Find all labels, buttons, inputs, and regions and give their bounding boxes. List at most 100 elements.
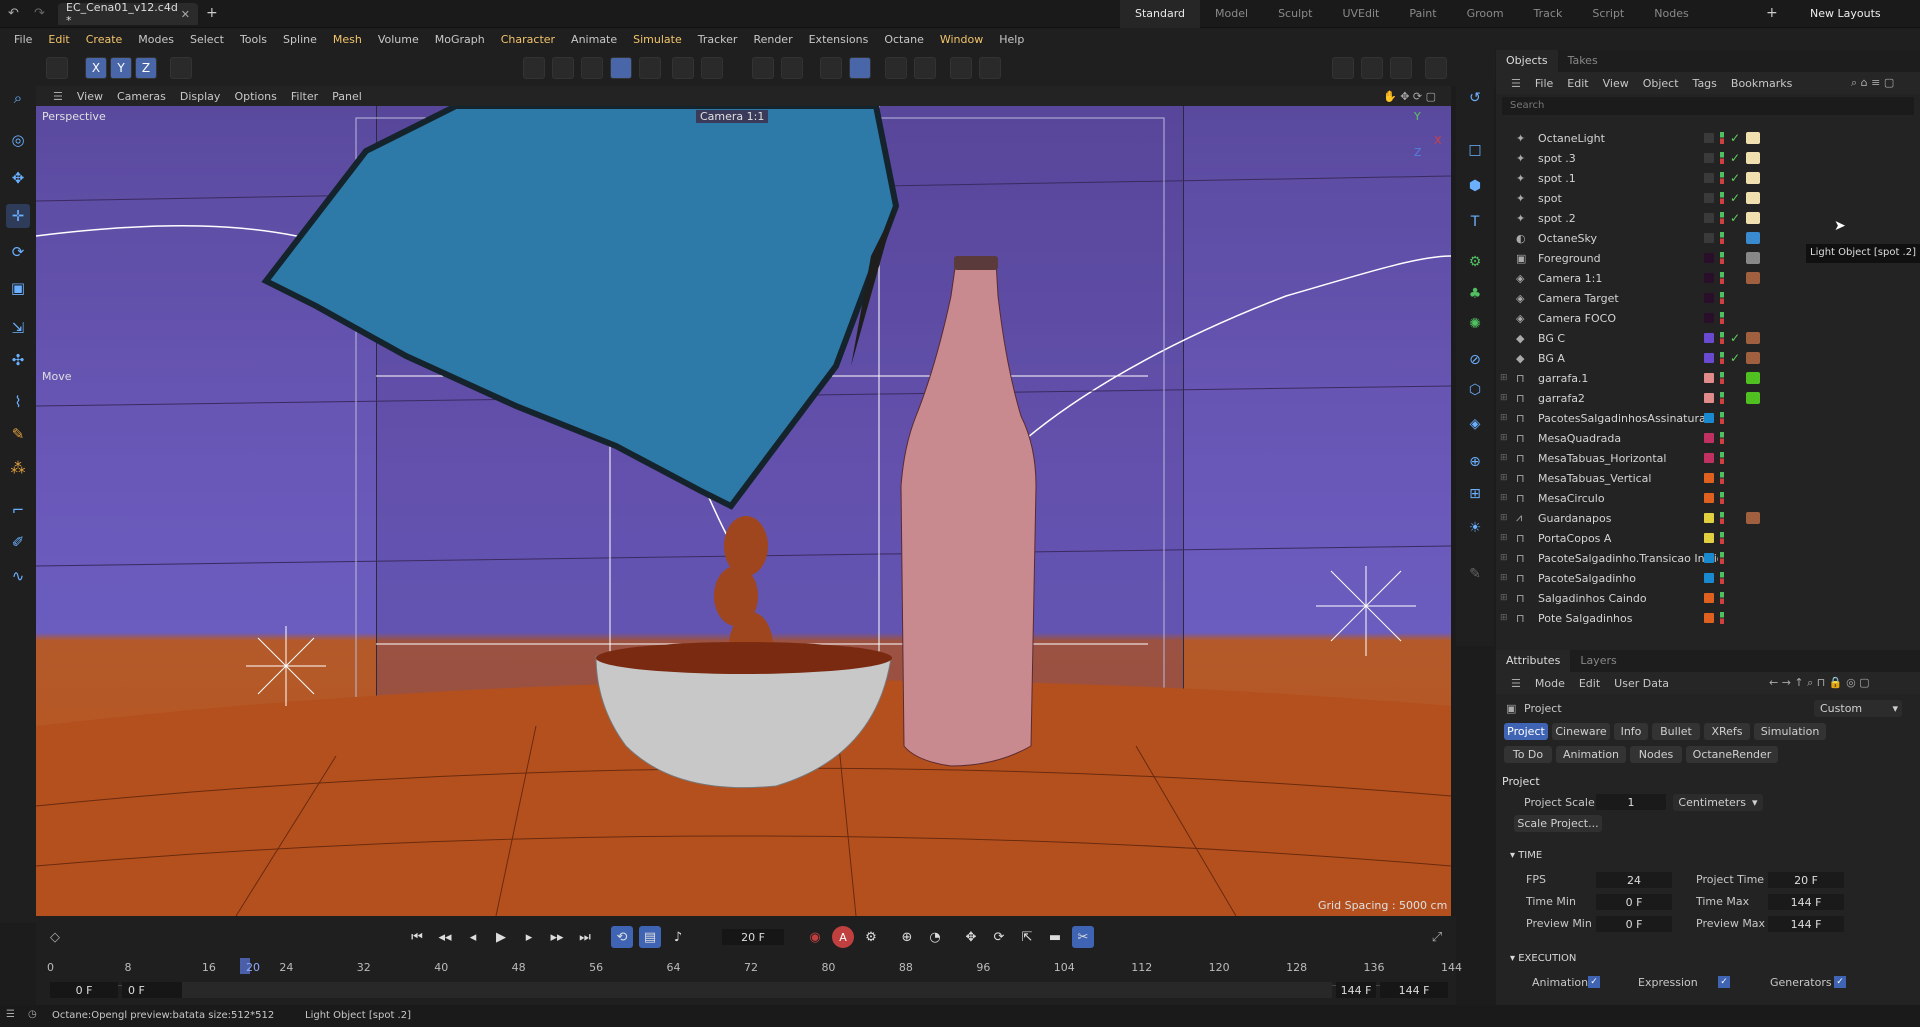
preview-max-input[interactable]: 144 F — [1768, 916, 1844, 932]
tab-layers[interactable]: Layers — [1570, 650, 1626, 672]
layer-color-swatch[interactable] — [1704, 453, 1714, 463]
object-name[interactable]: spot .1 — [1538, 172, 1718, 185]
object-row[interactable]: ⊞ ⊓ PortaCopos A — [1496, 528, 1920, 548]
expand-icon[interactable]: ⊞ — [1500, 533, 1512, 543]
object-tag-icon[interactable] — [1746, 392, 1760, 404]
menu-modes[interactable]: Modes — [130, 33, 182, 46]
expand-icon[interactable]: ⊞ — [1500, 553, 1512, 563]
layer-color-swatch[interactable] — [1704, 133, 1714, 143]
key-settings-icon[interactable]: ⚙ — [860, 926, 882, 948]
expand-icon[interactable]: ⊞ — [1500, 473, 1512, 483]
layer-color-swatch[interactable] — [1704, 173, 1714, 183]
mograph-icon[interactable]: ♣ — [1463, 282, 1487, 306]
object-name[interactable]: PacoteSalgadinho — [1538, 572, 1718, 585]
model-mode-icon[interactable] — [610, 57, 632, 79]
visibility-dots[interactable] — [1720, 332, 1724, 344]
pen-tool-icon[interactable]: ✐ — [6, 530, 30, 554]
layer-color-swatch[interactable] — [1704, 613, 1714, 623]
solo-icon[interactable] — [701, 57, 723, 79]
live-selection-icon[interactable]: ✥ — [6, 166, 30, 190]
next-key-icon[interactable]: ▸▸ — [546, 926, 568, 948]
timeline-expand-icon[interactable]: ⤢ — [1426, 926, 1448, 948]
object-name[interactable]: PacoteSalgadinho.Transicao Inicio — [1538, 552, 1718, 565]
layout-model[interactable]: Model — [1200, 0, 1263, 28]
object-name[interactable]: PortaCopos A — [1538, 532, 1718, 545]
visibility-dots[interactable] — [1720, 212, 1724, 224]
visibility-dots[interactable] — [1720, 532, 1724, 544]
enable-check-icon[interactable]: ✓ — [1730, 191, 1740, 205]
object-name[interactable]: Guardanapos — [1538, 512, 1718, 525]
attr-tab-project[interactable]: Project — [1504, 723, 1548, 740]
layer-color-swatch[interactable] — [1704, 233, 1714, 243]
expand-icon[interactable]: ⊞ — [1500, 613, 1512, 623]
camera-label[interactable]: Camera 1:1 — [696, 110, 769, 123]
camera-icon[interactable]: ◈ — [1463, 412, 1487, 436]
points-mode-icon[interactable] — [523, 57, 545, 79]
object-tag-icon[interactable] — [1746, 332, 1760, 344]
visibility-dots[interactable] — [1720, 252, 1724, 264]
render-region-icon[interactable] — [950, 57, 972, 79]
visibility-dots[interactable] — [1720, 192, 1724, 204]
brush-tool-icon[interactable]: ⌐ — [6, 498, 30, 522]
visibility-dots[interactable] — [1720, 512, 1724, 524]
execution-section-header[interactable]: ▾ EXECUTION — [1510, 953, 1576, 964]
octane-live-icon[interactable] — [1425, 57, 1447, 79]
layer-color-swatch[interactable] — [1704, 193, 1714, 203]
tab-objects[interactable]: Objects — [1496, 50, 1558, 72]
objects-menu-tags[interactable]: Tags — [1686, 77, 1724, 90]
menu-mograph[interactable]: MoGraph — [427, 33, 493, 46]
expand-icon[interactable]: ⊞ — [1500, 453, 1512, 463]
objects-menu-object[interactable]: Object — [1636, 77, 1686, 90]
object-row[interactable]: ⊞ ⊓ MesaTabuas_Vertical — [1496, 468, 1920, 488]
layout-script[interactable]: Script — [1577, 0, 1639, 28]
add-layout-icon[interactable]: + — [1766, 5, 1778, 21]
object-row[interactable]: ⊞ ⊓ PacoteSalgadinho — [1496, 568, 1920, 588]
expand-icon[interactable]: ⊞ — [1500, 413, 1512, 423]
layer-color-swatch[interactable] — [1704, 313, 1714, 323]
expand-icon[interactable]: ⊞ — [1500, 513, 1512, 523]
object-tag-icon[interactable] — [1746, 372, 1760, 384]
go-to-end-icon[interactable]: ⏭ — [574, 926, 596, 948]
layout-track[interactable]: Track — [1519, 0, 1578, 28]
expand-icon[interactable]: ⊞ — [1500, 393, 1512, 403]
enable-check-icon[interactable]: ✓ — [1730, 211, 1740, 225]
key-filter-icon[interactable]: ⊕ — [896, 926, 918, 948]
cube-icon[interactable]: ⬢ — [1463, 174, 1487, 198]
objects-menu-view[interactable]: View — [1596, 77, 1636, 90]
object-tag-icon[interactable] — [1746, 172, 1760, 184]
menu-create[interactable]: Create — [78, 33, 131, 46]
visibility-dots[interactable] — [1720, 312, 1724, 324]
attr-tab-bullet[interactable]: Bullet — [1652, 723, 1700, 740]
position-key-icon[interactable]: ✥ — [960, 926, 982, 948]
visibility-dots[interactable] — [1720, 152, 1724, 164]
object-name[interactable]: spot .3 — [1538, 152, 1718, 165]
object-row[interactable]: ◈ Camera 1:1 — [1496, 268, 1920, 288]
layer-color-swatch[interactable] — [1704, 573, 1714, 583]
snap-settings-icon[interactable] — [781, 57, 803, 79]
texture-mode-icon[interactable] — [639, 57, 661, 79]
time-max-input[interactable]: 144 F — [1768, 894, 1844, 910]
layer-color-swatch[interactable] — [1704, 393, 1714, 403]
visibility-dots[interactable] — [1720, 572, 1724, 584]
new-tab-icon[interactable]: + — [206, 5, 218, 21]
end-frame-input[interactable]: 144 F — [1380, 982, 1448, 998]
object-name[interactable]: OctaneSky — [1538, 232, 1718, 245]
object-row[interactable]: ⊞ ⊓ MesaTabuas_Horizontal — [1496, 448, 1920, 468]
object-name[interactable]: MesaCirculo — [1538, 492, 1718, 505]
object-name[interactable]: Foreground — [1538, 252, 1718, 265]
sketch-tool-icon[interactable]: ∿ — [6, 564, 30, 588]
menu-octane[interactable]: Octane — [876, 33, 932, 46]
render-picture-icon[interactable] — [1361, 57, 1383, 79]
expand-icon[interactable]: ⊞ — [1500, 433, 1512, 443]
expand-icon[interactable]: ⊞ — [1500, 573, 1512, 583]
layer-color-swatch[interactable] — [1704, 273, 1714, 283]
layer-color-swatch[interactable] — [1704, 353, 1714, 363]
field-icon[interactable]: ⊘ — [1463, 348, 1487, 372]
layer-color-swatch[interactable] — [1704, 373, 1714, 383]
paint-tool-icon[interactable]: ✎ — [6, 422, 30, 446]
menu-window[interactable]: Window — [932, 33, 991, 46]
rotate-tool-icon[interactable]: ⟳ — [6, 240, 30, 264]
object-tag-icon[interactable] — [1746, 132, 1760, 144]
object-row[interactable]: ⊞ ⊓ garrafa.1 — [1496, 368, 1920, 388]
scale-tool-icon[interactable]: ▣ — [6, 276, 30, 300]
